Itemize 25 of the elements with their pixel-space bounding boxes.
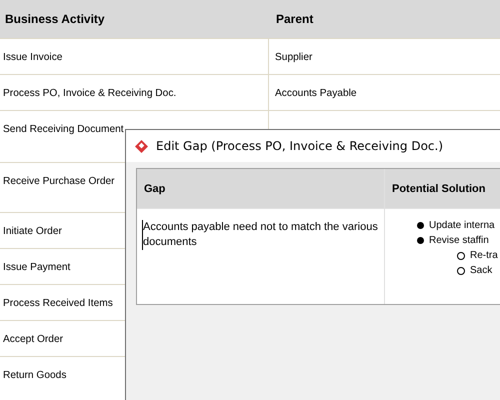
- table-cell[interactable]: Send Receiving Document: [3, 124, 124, 135]
- column-header: Potential Solution: [392, 182, 486, 194]
- bullet-text: Update interna: [429, 219, 495, 233]
- bullet-text: Sack: [470, 264, 492, 278]
- table-cell[interactable]: Initiate Order: [3, 226, 62, 237]
- table-cell[interactable]: Return Goods: [3, 370, 66, 381]
- circle-bullet-icon: [457, 252, 465, 260]
- column-header: Parent: [276, 12, 314, 26]
- table-cell[interactable]: Supplier: [275, 52, 312, 63]
- bullet-text: Revise staffin: [429, 234, 489, 248]
- dialog-title: Edit Gap (Process PO, Invoice & Receiving Doc.): [156, 139, 443, 153]
- column-header: Gap: [144, 182, 166, 194]
- table-cell[interactable]: Issue Invoice: [3, 52, 62, 63]
- column-header: Business Activity: [5, 12, 105, 26]
- diamond-icon: [135, 140, 148, 152]
- table-cell[interactable]: Receive Purchase Order: [3, 176, 115, 187]
- table-cell[interactable]: Accounts Payable: [275, 88, 357, 99]
- dot-bullet-icon: [417, 222, 424, 229]
- dot-bullet-icon: [417, 237, 424, 244]
- table-cell[interactable]: Accept Order: [3, 334, 64, 345]
- table-cell[interactable]: Process PO, Invoice & Receiving Doc.: [3, 88, 176, 99]
- circle-bullet-icon: [457, 266, 465, 274]
- bullet-text: Re-tra: [470, 249, 498, 263]
- table-cell[interactable]: Issue Payment: [3, 262, 70, 273]
- table-cell[interactable]: Process Received Items: [3, 298, 113, 309]
